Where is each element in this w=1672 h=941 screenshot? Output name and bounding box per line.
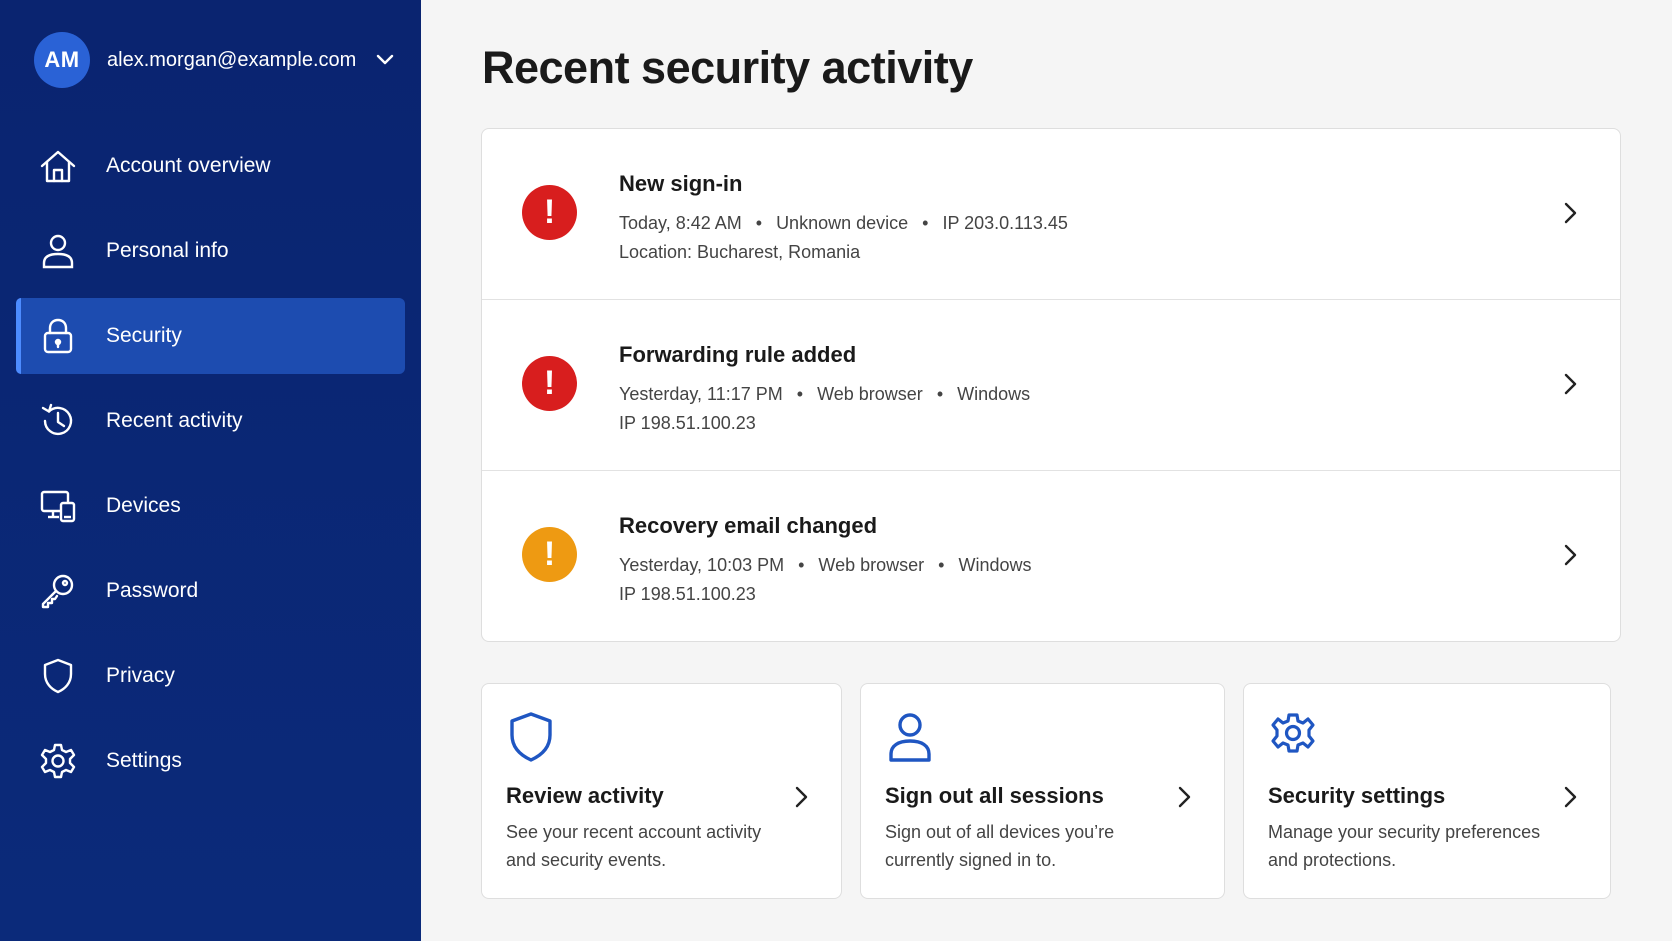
- sidebar-nav: Account overview Personal info Security …: [16, 128, 405, 808]
- account-switcher[interactable]: AM alex.morgan@example.com: [34, 32, 396, 88]
- event-ip: IP 198.51.100.23: [619, 413, 756, 433]
- sidebar-item-label: Personal info: [106, 239, 229, 262]
- sidebar-item-password[interactable]: Password: [16, 553, 405, 629]
- separator: •: [755, 213, 763, 233]
- separator: •: [938, 555, 945, 575]
- devices-icon: [38, 486, 78, 526]
- sidebar-item-security[interactable]: Security: [16, 298, 405, 374]
- shield-icon: [510, 712, 552, 762]
- chevron-right-icon: [1564, 544, 1577, 566]
- event-title: New sign-in: [619, 171, 743, 196]
- card-title: Review activity: [506, 783, 664, 808]
- account-email: alex.morgan@example.com: [107, 48, 357, 71]
- sidebar-item-privacy[interactable]: Privacy: [16, 638, 405, 714]
- security-settings-card[interactable]: Security settings Manage your security p…: [1243, 683, 1611, 899]
- alert-icon: !: [522, 527, 577, 582]
- event-location: Location: Bucharest, Romania: [619, 242, 861, 262]
- separator: •: [798, 555, 805, 575]
- card-title: Security settings: [1268, 783, 1446, 808]
- card-title: Sign out all sessions: [885, 783, 1104, 808]
- home-icon: [38, 146, 78, 186]
- event-recovery-email[interactable]: ! Recovery email changed Yesterday, 10:0…: [482, 471, 1620, 641]
- gear-icon: [1271, 713, 1315, 753]
- event-time: Today, 8:42 AM: [619, 213, 742, 233]
- lock-icon: [38, 316, 78, 356]
- page-title: Recent security activity: [482, 42, 973, 93]
- event-browser: Web browser: [818, 555, 925, 575]
- event-meta: Yesterday, 11:17 PM • Web browser • Windows: [619, 384, 1030, 405]
- separator: •: [936, 384, 944, 404]
- event-meta: Today, 8:42 AM • Unknown device • IP 203.0.1…: [619, 213, 1068, 234]
- person-icon: [889, 713, 931, 762]
- chevron-right-icon: [1564, 373, 1577, 395]
- event-forwarding-rule[interactable]: ! Forwarding rule added Yesterday, 11:17…: [482, 300, 1620, 471]
- event-ip: IP 203.0.113.45: [942, 213, 1068, 233]
- quick-actions: Review activity See your recent account …: [481, 683, 1611, 899]
- event-meta: Yesterday, 10:03 PM • Web browser • Windows: [619, 555, 1031, 576]
- separator: •: [922, 213, 929, 233]
- event-os: Windows: [958, 555, 1032, 575]
- person-icon: [38, 231, 78, 271]
- event-time: Yesterday, 11:17 PM: [619, 384, 783, 404]
- sidebar-item-recent-activity[interactable]: Recent activity: [16, 383, 405, 459]
- separator: •: [796, 384, 804, 404]
- sidebar-item-label: Security: [106, 324, 182, 347]
- sidebar-item-label: Devices: [106, 494, 181, 517]
- history-icon: [38, 401, 78, 441]
- event-time: Yesterday, 10:03 PM: [619, 555, 785, 575]
- event-device: Unknown device: [776, 213, 909, 233]
- event-title: Forwarding rule added: [619, 342, 857, 367]
- event-os: Windows: [957, 384, 1031, 404]
- chevron-right-icon: [1564, 786, 1577, 808]
- chevron-down-icon: [376, 50, 396, 70]
- chevron-right-icon: [1178, 786, 1191, 808]
- sidebar-item-label: Recent activity: [106, 409, 243, 432]
- event-ip: IP 198.51.100.23: [619, 584, 756, 604]
- event-browser: Web browser: [817, 384, 923, 404]
- key-icon: [38, 571, 78, 611]
- sidebar-item-devices[interactable]: Devices: [16, 468, 405, 544]
- card-description: Sign out of all devices you’re currently…: [885, 822, 1115, 870]
- review-activity-card[interactable]: Review activity See your recent account …: [481, 683, 842, 899]
- sidebar: AM alex.morgan@example.com Account overv…: [0, 0, 421, 941]
- event-title: Recovery email changed: [619, 513, 878, 538]
- card-description: Manage your security preferences and pro…: [1268, 822, 1541, 870]
- sidebar-item-label: Password: [106, 579, 199, 602]
- gear-icon: [38, 741, 78, 781]
- sign-out-sessions-card[interactable]: Sign out all sessions Sign out of all de…: [860, 683, 1225, 899]
- security-events-list: ! New sign-in Today, 8:42 AM • Unknown dev…: [481, 128, 1621, 642]
- main-content: Recent security activity ! New sign-in T…: [421, 0, 1672, 941]
- shield-icon: [38, 656, 78, 696]
- avatar: AM: [34, 32, 90, 88]
- sidebar-item-personal-info[interactable]: Personal info: [16, 213, 405, 289]
- card-description: See your recent account activity and sec…: [506, 822, 762, 870]
- event-new-sign-in[interactable]: ! New sign-in Today, 8:42 AM • Unknown dev…: [482, 129, 1620, 300]
- sidebar-item-label: Privacy: [106, 664, 175, 687]
- sidebar-item-account-overview[interactable]: Account overview: [16, 128, 405, 204]
- chevron-right-icon: [1564, 202, 1577, 224]
- sidebar-item-label: Account overview: [106, 154, 271, 177]
- sidebar-item-settings[interactable]: Settings: [16, 723, 405, 799]
- alert-icon: !: [522, 185, 577, 240]
- chevron-right-icon: [795, 786, 808, 808]
- sidebar-item-label: Settings: [106, 749, 182, 772]
- alert-icon: !: [522, 356, 577, 411]
